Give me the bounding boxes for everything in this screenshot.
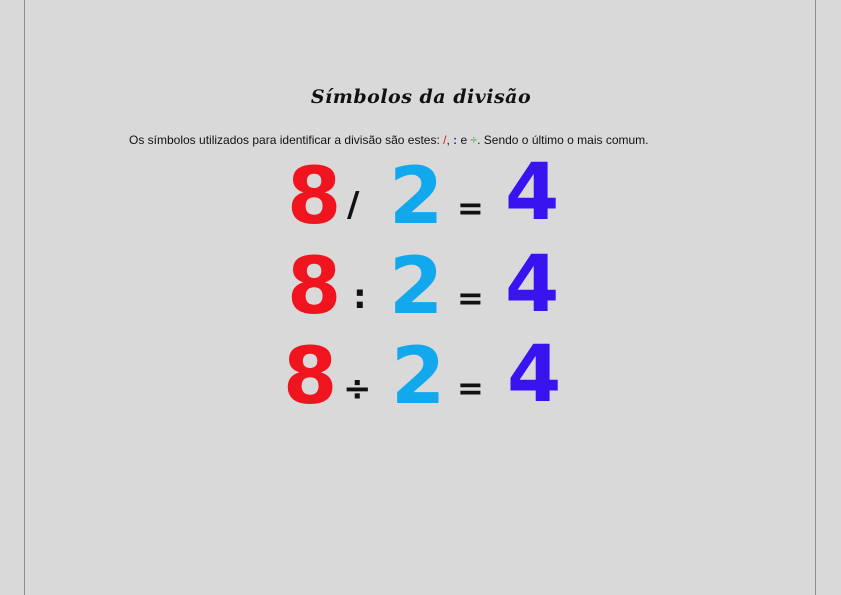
operator-obelus: ÷ [343, 369, 372, 409]
result: 4 [507, 330, 562, 420]
intro-paragraph: Os símbolos utilizados para identificar … [129, 133, 649, 147]
equals-sign: = [457, 279, 484, 317]
example-row-slash: 8 / 2 = 4 [25, 152, 817, 242]
example-row-obelus: 8 ÷ 2 = 4 [25, 330, 817, 422]
dividend: 8 [283, 332, 338, 422]
divisor: 2 [391, 332, 446, 422]
document-page: Símbolos da divisão Os símbolos utilizad… [24, 0, 816, 595]
intro-text-before: Os símbolos utilizados para identificar … [129, 133, 444, 147]
operator-colon: : [353, 277, 367, 317]
operator-slash: / [347, 185, 360, 225]
result: 4 [505, 148, 560, 238]
intro-text-after: . Sendo o último o mais comum. [477, 133, 649, 147]
intro-separator-2: e [457, 133, 471, 147]
dividend: 8 [287, 152, 342, 242]
equals-sign: = [457, 189, 484, 227]
page-title: Símbolos da divisão [310, 86, 532, 108]
result: 4 [505, 240, 560, 330]
divisor: 2 [389, 152, 444, 242]
divisor: 2 [389, 242, 444, 332]
equals-sign: = [457, 369, 484, 407]
dividend: 8 [287, 242, 342, 332]
example-row-colon: 8 : 2 = 4 [25, 240, 817, 332]
